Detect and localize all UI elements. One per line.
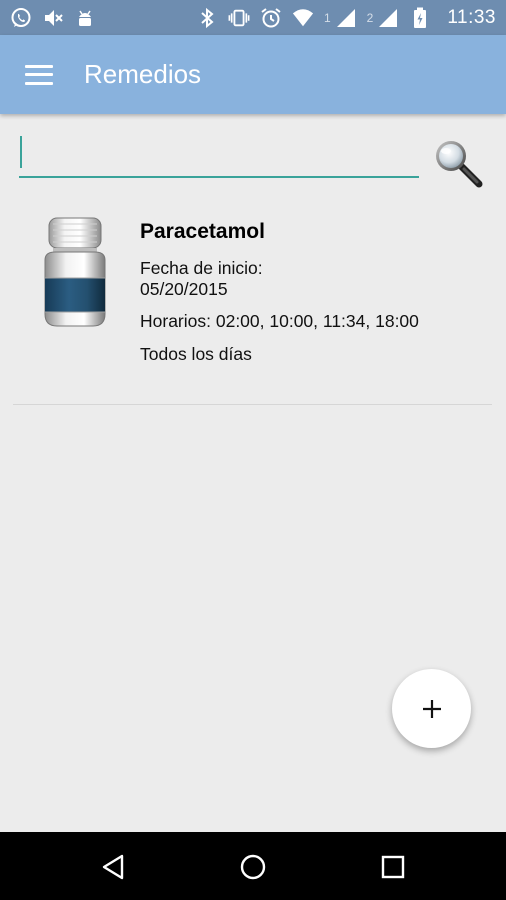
wifi-icon (292, 7, 314, 29)
menu-icon[interactable] (25, 64, 53, 85)
status-time: 11:33 (447, 6, 496, 28)
search-icon[interactable] (431, 137, 485, 191)
bluetooth-icon (196, 7, 218, 29)
signal-icon (377, 7, 399, 29)
sim1-label: 1 (323, 10, 331, 25)
text-cursor (20, 136, 22, 168)
app-bar: Remedios (0, 35, 506, 114)
signal-icon (335, 7, 357, 29)
frequency-text: Todos los días (140, 344, 252, 364)
mute-icon (42, 7, 64, 29)
navigation-bar (0, 832, 506, 900)
start-date-value: 05/20/2015 (140, 279, 228, 299)
battery-icon (409, 7, 431, 29)
back-icon[interactable] (98, 852, 128, 882)
start-date-label: Fecha de inicio: (140, 258, 263, 278)
search-input[interactable] (19, 132, 419, 178)
list-item[interactable]: Paracetamol Fecha de inicio: 05/20/2015 … (13, 200, 492, 405)
search-field-container (19, 132, 419, 180)
medicine-bottle-icon (43, 214, 109, 330)
alarm-icon (260, 7, 282, 29)
vibrate-icon (228, 7, 250, 29)
home-icon[interactable] (238, 852, 268, 882)
sim2-label: 2 (366, 10, 374, 25)
add-medicine-button[interactable] (392, 669, 471, 748)
whatsapp-icon (10, 7, 32, 29)
medicine-name: Paracetamol (140, 220, 265, 243)
plus-icon (422, 699, 441, 718)
recents-icon[interactable] (378, 852, 408, 882)
android-icon (74, 7, 96, 29)
schedule-text: Horarios: 02:00, 10:00, 11:34, 18:00 (140, 311, 419, 331)
app-title: Remedios (84, 59, 202, 89)
status-bar: 1 2 11:33 (0, 0, 506, 35)
